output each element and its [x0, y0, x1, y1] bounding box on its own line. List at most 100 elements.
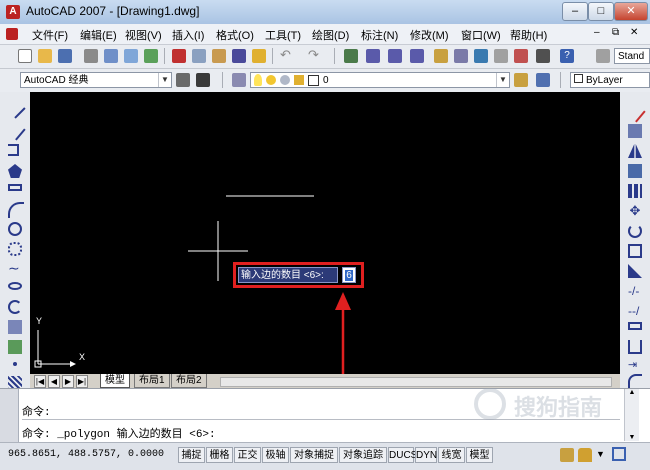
drawing-canvas[interactable]: X Y 输入边的数目 <6>: 6 [30, 92, 620, 374]
tab-layout1[interactable]: 布局1 [134, 374, 170, 388]
copy-object-icon[interactable] [628, 124, 642, 138]
toolbar-lock-icon[interactable] [578, 448, 592, 462]
properties-icon[interactable] [434, 49, 448, 63]
3d-dwf-icon[interactable] [144, 49, 158, 63]
workspace-combo[interactable]: AutoCAD 经典 ▼ [20, 72, 172, 88]
doc-minimize-button[interactable]: – [594, 27, 600, 38]
doc-restore-button[interactable]: ⧉ [612, 27, 619, 38]
line-icon[interactable] [4, 97, 26, 119]
dyn-toggle[interactable]: DYN [415, 447, 437, 463]
match-properties-icon[interactable] [232, 49, 246, 63]
minimize-button[interactable]: – [562, 2, 588, 21]
dynamic-input-field[interactable]: 6 [342, 267, 356, 283]
polar-toggle[interactable]: 极轴 [262, 447, 289, 463]
tool-palettes-icon[interactable] [474, 49, 488, 63]
clean-screen-icon[interactable] [612, 447, 626, 461]
menu-draw[interactable]: 绘图(D) [312, 27, 349, 43]
maximize-button[interactable]: □ [588, 2, 614, 21]
zoom-previous-icon[interactable] [410, 49, 424, 63]
ellipse-icon[interactable] [8, 282, 22, 290]
block-editor-icon[interactable] [252, 49, 266, 63]
prev-tab-icon[interactable]: ◀ [48, 375, 60, 388]
lightbulb-icon[interactable] [254, 74, 262, 86]
calculator-icon[interactable] [536, 49, 550, 63]
scroll-down-icon[interactable]: ▼ [625, 434, 639, 441]
redo-icon[interactable]: ↷ [308, 47, 319, 63]
arc-icon[interactable] [8, 202, 24, 218]
array-icon[interactable] [628, 184, 642, 198]
publish-icon[interactable] [124, 49, 138, 63]
pan-icon[interactable] [344, 49, 358, 63]
scroll-up-icon[interactable]: ▲ [625, 389, 639, 396]
menu-window[interactable]: 窗口(W) [461, 27, 501, 43]
sun-icon[interactable] [266, 75, 276, 85]
new-file-icon[interactable] [18, 49, 32, 63]
snap-toggle[interactable]: 捕捉 [178, 447, 205, 463]
construction-line-icon[interactable] [4, 119, 26, 141]
model-space-toggle[interactable]: 模型 [466, 447, 493, 463]
mirror-icon[interactable] [628, 144, 642, 158]
command-input-line[interactable]: 命令: _polygon 输入边的数目 <6>: [22, 425, 216, 441]
make-layer-current-icon[interactable] [514, 73, 528, 87]
lineweight-toggle[interactable]: 线宽 [438, 447, 465, 463]
bylayer-combo[interactable]: ByLayer [570, 72, 650, 88]
menu-edit[interactable]: 编辑(E) [80, 27, 117, 43]
revision-cloud-icon[interactable] [8, 242, 22, 256]
chamfer-icon[interactable]: ⇥ [628, 358, 642, 372]
ellipse-arc-icon[interactable] [8, 300, 22, 314]
doc-close-button[interactable]: ✕ [630, 27, 638, 38]
open-file-icon[interactable] [38, 49, 52, 63]
document-icon[interactable] [6, 28, 18, 40]
erase-icon[interactable] [624, 101, 646, 123]
offset-icon[interactable] [628, 164, 642, 178]
lock-icon[interactable] [294, 75, 304, 85]
print-icon[interactable] [84, 49, 98, 63]
menu-modify[interactable]: 修改(M) [410, 27, 449, 43]
make-block-icon[interactable] [8, 340, 22, 354]
layer-previous-icon[interactable] [536, 73, 550, 87]
communication-center-icon[interactable] [560, 448, 574, 462]
spline-icon[interactable]: ∼ [8, 261, 22, 276]
rectangle-icon[interactable] [8, 184, 22, 191]
menu-view[interactable]: 视图(V) [125, 27, 162, 43]
cut-icon[interactable] [172, 49, 186, 63]
chevron-down-icon[interactable]: ▼ [158, 73, 171, 87]
join-icon[interactable] [628, 340, 642, 354]
last-tab-icon[interactable]: ▶| [76, 375, 88, 388]
text-style-icon[interactable] [596, 49, 610, 63]
chevron-down-icon[interactable]: ▼ [496, 73, 509, 87]
trim-icon[interactable]: -/- [628, 284, 642, 298]
menu-tools[interactable]: 工具(T) [265, 27, 301, 43]
coordinate-display[interactable]: 965.8651, 488.5757, 0.0000 [8, 449, 164, 460]
layer-manager-icon[interactable] [232, 73, 246, 87]
zoom-window-icon[interactable] [388, 49, 402, 63]
ducs-toggle[interactable]: DUCS [388, 447, 417, 463]
horizontal-scrollbar[interactable] [220, 377, 612, 387]
stretch-icon[interactable] [628, 264, 642, 278]
tab-layout2[interactable]: 布局2 [171, 374, 207, 388]
first-tab-icon[interactable]: |◀ [34, 375, 46, 388]
save-icon[interactable] [58, 49, 72, 63]
point-icon[interactable] [13, 362, 17, 366]
paste-icon[interactable] [212, 49, 226, 63]
insert-block-icon[interactable] [8, 320, 22, 334]
sheet-set-icon[interactable] [494, 49, 508, 63]
polyline-icon[interactable] [8, 144, 19, 156]
next-tab-icon[interactable]: ▶ [62, 375, 74, 388]
fillet-icon[interactable] [628, 374, 642, 388]
scale-icon[interactable] [628, 244, 642, 258]
close-button[interactable]: ✕ [614, 2, 648, 21]
workspace-settings-icon[interactable] [176, 73, 190, 87]
tab-model[interactable]: 模型 [100, 374, 130, 388]
status-menu-chevron-icon[interactable]: ▼ [596, 449, 605, 459]
print-preview-icon[interactable] [104, 49, 118, 63]
menu-help[interactable]: 帮助(H) [510, 27, 547, 43]
command-window-grip[interactable] [0, 389, 19, 443]
copy-icon[interactable] [192, 49, 206, 63]
circle-icon[interactable] [8, 222, 22, 236]
menu-format[interactable]: 格式(O) [216, 27, 254, 43]
zoom-realtime-icon[interactable] [366, 49, 380, 63]
layer-combo[interactable]: 0 ▼ [250, 72, 510, 88]
menu-file[interactable]: 文件(F) [32, 27, 68, 43]
break-icon[interactable] [628, 322, 642, 330]
